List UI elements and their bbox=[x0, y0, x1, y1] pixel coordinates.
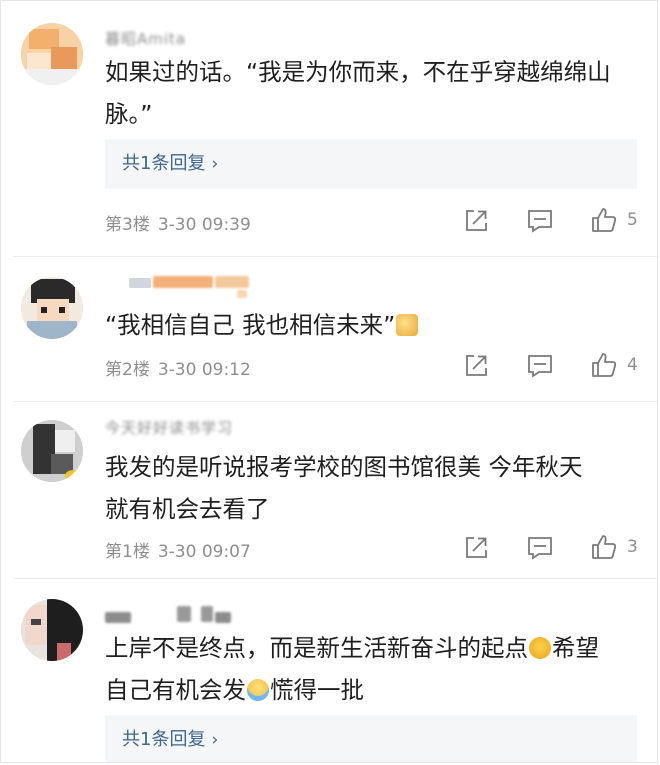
username-blurred bbox=[129, 278, 151, 288]
comment-meta: 第3楼 3-30 09:39 bbox=[105, 210, 259, 235]
comment-text-line: 如果过的话。“我是为你而来，不在乎穿越绵绵山 bbox=[105, 58, 611, 86]
thumbs-up-icon[interactable] bbox=[590, 206, 618, 232]
comment-icon[interactable] bbox=[527, 208, 553, 234]
username-blurred bbox=[215, 612, 231, 623]
username[interactable]: 暮昭Amita bbox=[105, 28, 186, 48]
comment-text: “我相信自己 我也相信未来” bbox=[105, 304, 635, 346]
username-blurred bbox=[201, 606, 213, 622]
username-blurred bbox=[105, 612, 131, 623]
comment-text-line: 脉。” bbox=[105, 100, 153, 128]
cheers-emoji bbox=[396, 314, 419, 336]
cat-face-emoji bbox=[529, 637, 551, 659]
comment-text: 上岸不是终点，而是新生活新奋斗的起点 希望 自己有机会发 慌得一批 bbox=[105, 627, 635, 711]
view-replies-button[interactable]: 共1条回复 › bbox=[105, 139, 637, 189]
comment-text-segment: 希望 bbox=[552, 634, 599, 662]
username-blurred bbox=[177, 606, 191, 622]
username-blurred bbox=[215, 276, 249, 288]
comment-item: “我相信自己 我也相信未来” 第2楼 3-30 09:12 4 bbox=[1, 257, 657, 402]
comment-text-line: 我发的是听说报考学校的图书馆很美 今年秋天 bbox=[105, 453, 583, 481]
comment-text-line: “我相信自己 我也相信未来” bbox=[105, 311, 396, 339]
reply-count-label: 共1条回复 bbox=[122, 153, 206, 174]
comment-text: 如果过的话。“我是为你而来，不在乎穿越绵绵山 脉。” bbox=[105, 51, 635, 135]
chevron-right-icon: › bbox=[211, 154, 219, 174]
thumbs-up-icon[interactable] bbox=[590, 533, 618, 559]
comment-text-segment: 自己有机会发 bbox=[105, 676, 246, 704]
comment-text-segment: 上岸不是终点，而是新生活新奋斗的起点 bbox=[105, 634, 528, 662]
comment-text-line: 自己有机会发 慌得一批 bbox=[105, 669, 635, 711]
comment-meta: 第1楼 3-30 09:07 bbox=[105, 537, 259, 562]
comment-text-line: 就有机会去看了 bbox=[105, 495, 270, 523]
reply-count-label: 共1条回复 bbox=[122, 729, 206, 750]
view-replies-button[interactable]: 共1条回复 › bbox=[105, 715, 637, 762]
comment-icon[interactable] bbox=[527, 535, 553, 561]
avatar[interactable] bbox=[21, 599, 83, 661]
username-blurred bbox=[153, 276, 213, 288]
floor-label: 第3楼 bbox=[105, 215, 150, 235]
username[interactable]: 今天好好读书学习 bbox=[105, 417, 233, 437]
avatar[interactable] bbox=[21, 23, 83, 85]
like-count: 5 bbox=[627, 210, 638, 230]
like-count: 4 bbox=[627, 355, 638, 375]
floor-label: 第1楼 bbox=[105, 542, 150, 562]
comment-text-line: 上岸不是终点，而是新生活新奋斗的起点 希望 bbox=[105, 627, 635, 669]
like-count: 3 bbox=[627, 537, 638, 557]
comment-icon[interactable] bbox=[527, 353, 553, 379]
comment-meta: 第2楼 3-30 09:12 bbox=[105, 355, 259, 380]
share-icon[interactable] bbox=[463, 208, 489, 234]
timestamp: 3-30 09:12 bbox=[157, 360, 251, 380]
comment-text: 我发的是听说报考学校的图书馆很美 今年秋天 就有机会去看了 bbox=[105, 446, 635, 530]
thumbs-up-icon[interactable] bbox=[590, 351, 618, 377]
floor-label: 第2楼 bbox=[105, 360, 150, 380]
chevron-right-icon: › bbox=[211, 730, 219, 750]
avatar[interactable] bbox=[21, 420, 83, 482]
laughing-emoji bbox=[247, 679, 269, 701]
timestamp: 3-30 09:07 bbox=[157, 542, 251, 562]
comment-item: 暮昭Amita 如果过的话。“我是为你而来，不在乎穿越绵绵山 脉。” 共1条回复… bbox=[1, 1, 657, 256]
share-icon[interactable] bbox=[463, 535, 489, 561]
comment-list: 暮昭Amita 如果过的话。“我是为你而来，不在乎穿越绵绵山 脉。” 共1条回复… bbox=[0, 0, 658, 763]
avatar[interactable] bbox=[21, 277, 83, 339]
comment-text-segment: 慌得一批 bbox=[270, 676, 364, 704]
comment-item: 今天好好读书学习 我发的是听说报考学校的图书馆很美 今年秋天 就有机会去看了 第… bbox=[1, 402, 657, 578]
timestamp: 3-30 09:39 bbox=[157, 215, 251, 235]
username-blurred bbox=[237, 290, 247, 298]
comment-item: 上岸不是终点，而是新生活新奋斗的起点 希望 自己有机会发 慌得一批 共1条回复 › bbox=[1, 579, 657, 762]
share-icon[interactable] bbox=[463, 353, 489, 379]
